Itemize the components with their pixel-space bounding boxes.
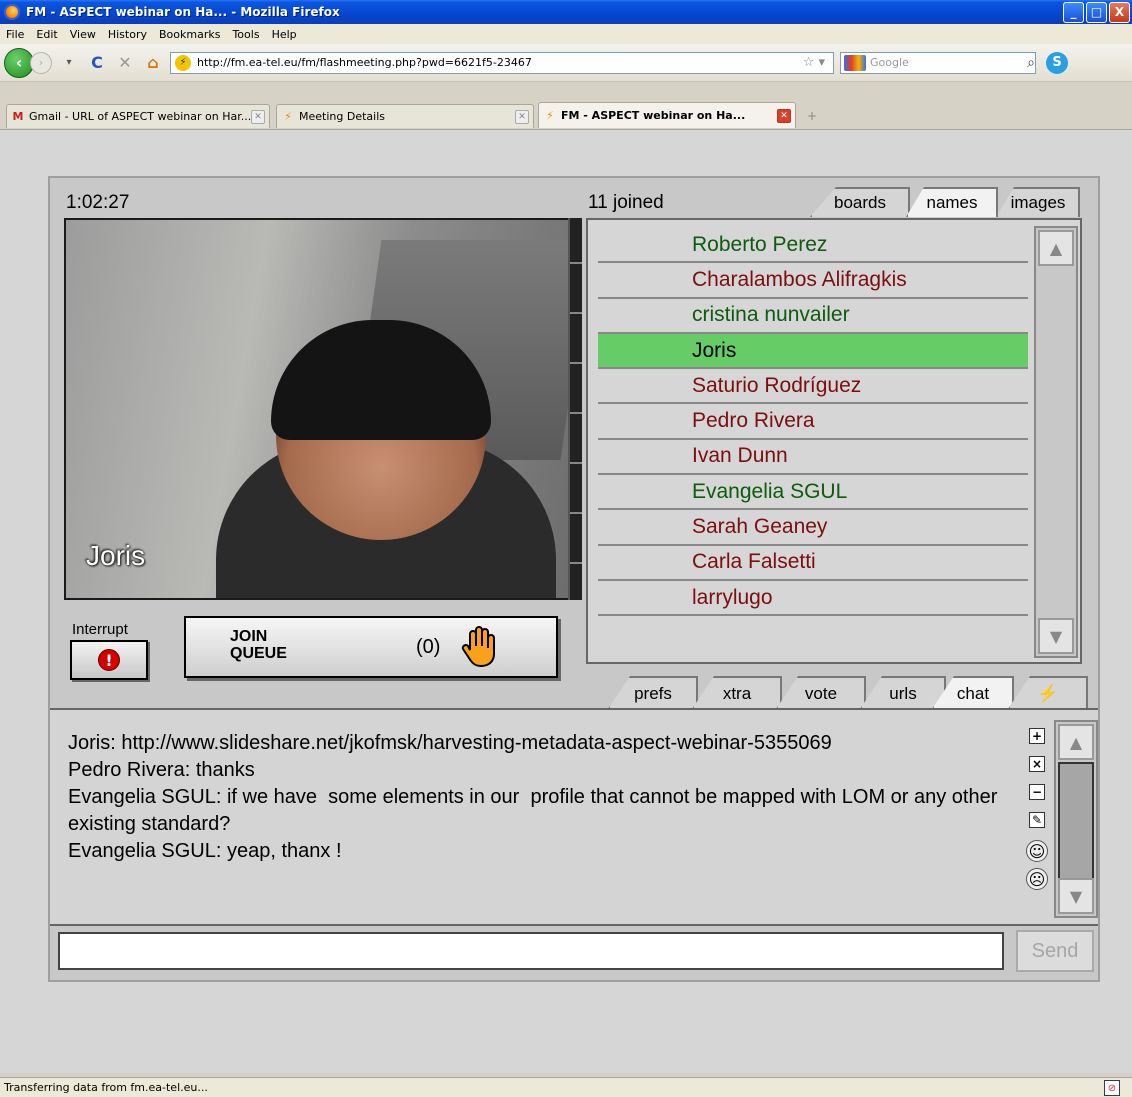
participant-row[interactable]: Roberto Perez [598, 228, 1028, 264]
chat-input[interactable] [58, 932, 1004, 970]
participant-row[interactable]: Pedro Rivera [598, 404, 1028, 440]
forward-button[interactable]: › [30, 51, 52, 74]
participant-row[interactable]: Charalambos Alifragkis [598, 263, 1028, 299]
tab-label: Gmail - URL of ASPECT webinar on Har... [29, 110, 251, 123]
close-window-button[interactable]: X [1109, 1, 1130, 23]
send-button[interactable]: Send [1016, 930, 1094, 972]
tab-bar: M Gmail - URL of ASPECT webinar on Har..… [0, 82, 1132, 130]
stop-icon[interactable]: ✕ [114, 52, 136, 74]
scroll-down-icon[interactable]: ▼ [1058, 878, 1094, 914]
edit-icon[interactable]: ✎ [1029, 812, 1045, 828]
new-tab-icon[interactable]: + [800, 106, 824, 126]
queue-count: (0) [416, 636, 441, 658]
chat-scrollbar[interactable]: ▲ ▼ [1054, 720, 1098, 918]
zoom-in-icon[interactable]: + [1029, 728, 1045, 744]
interrupt-label: Interrupt [72, 621, 128, 638]
participant-row[interactable]: Saturio Rodríguez [598, 369, 1028, 405]
tab-meeting-details[interactable]: ⚡ Meeting Details ✕ [276, 104, 534, 128]
scroll-up-icon[interactable]: ▲ [1058, 724, 1094, 760]
tab-fm-aspect-webinar[interactable]: ⚡ FM - ASPECT webinar on Ha... ✕ [538, 102, 796, 128]
join-queue-button[interactable]: JOIN QUEUE (0) [184, 616, 558, 678]
participants-list: Roberto Perez Charalambos Alifragkis cri… [598, 228, 1028, 617]
interrupt-button[interactable]: ! [70, 640, 148, 680]
alert-icon: ! [98, 649, 120, 671]
chat-message: Evangelia SGUL: yeap, thanx ! [68, 840, 342, 862]
chat-message: Pedro Rivera: thanks [68, 759, 255, 781]
minimize-button[interactable]: _ [1063, 1, 1084, 23]
window-titlebar: FM - ASPECT webinar on Ha... - Mozilla F… [0, 0, 1132, 24]
participant-row[interactable]: cristina nunvailer [598, 299, 1028, 334]
status-bar: Transferring data from fm.ea-tel.eu... ⊘ [0, 1077, 1132, 1097]
names-scrollbar[interactable]: ▲ ▼ [1034, 226, 1078, 658]
menu-help[interactable]: Help [272, 28, 297, 41]
participant-row[interactable]: Ivan Dunn [598, 440, 1028, 476]
raise-hand-icon [461, 626, 495, 668]
url-bar[interactable]: ⚡ http://fm.ea-tel.eu/fm/flashmeeting.ph… [170, 51, 834, 74]
chat-tools: + × − ✎ ☺ ☹ [1024, 722, 1052, 896]
scroll-down-icon[interactable]: ▼ [1038, 618, 1074, 654]
zoom-out-icon[interactable]: − [1029, 784, 1045, 800]
joined-count: 11 joined [588, 192, 664, 213]
status-text: Transferring data from fm.ea-tel.eu... [4, 1081, 208, 1094]
flash-icon: ⚡ [546, 109, 554, 122]
search-magnifier-icon[interactable]: ⌕ [1027, 55, 1035, 71]
menubar: File Edit View History Bookmarks Tools H… [0, 24, 1132, 44]
navigation-toolbar: ‹ › ▾ C ✕ ⌂ ⚡ http://fm.ea-tel.eu/fm/fla… [0, 44, 1132, 82]
tab-label: FM - ASPECT webinar on Ha... [561, 109, 746, 122]
meeting-timer: 1:02:27 [66, 192, 130, 213]
participant-row[interactable]: Carla Falsetti [598, 546, 1028, 581]
scroll-up-icon[interactable]: ▲ [1038, 230, 1074, 266]
smile-icon[interactable]: ☺ [1026, 840, 1048, 862]
home-icon[interactable]: ⌂ [142, 52, 164, 74]
menu-bookmarks[interactable]: Bookmarks [159, 28, 220, 41]
video-feed: Joris [64, 218, 582, 600]
menu-history[interactable]: History [108, 28, 147, 41]
skype-icon[interactable]: S [1046, 51, 1068, 74]
tab-gmail[interactable]: M Gmail - URL of ASPECT webinar on Har..… [6, 104, 270, 128]
scroll-thumb[interactable] [1058, 762, 1094, 880]
menu-edit[interactable]: Edit [36, 28, 57, 41]
site-flash-icon: ⚡ [175, 54, 191, 71]
tab-label: Meeting Details [299, 110, 385, 123]
flash-icon: ⚡ [284, 110, 292, 123]
bookmark-star-icon[interactable]: ☆ ▾ [803, 55, 825, 70]
history-dropdown-icon[interactable]: ▾ [58, 52, 80, 74]
video-side-strip [568, 218, 582, 600]
page-content: 1:02:27 11 joined Joris Interrupt ! JOIN… [0, 130, 1132, 1073]
window-title: FM - ASPECT webinar on Ha... - Mozilla F… [26, 5, 340, 19]
search-placeholder: Google [870, 56, 909, 69]
close-tab-icon[interactable]: ✕ [251, 109, 265, 124]
participant-row[interactable]: Evangelia SGUL [598, 475, 1028, 511]
menu-file[interactable]: File [6, 28, 24, 41]
reload-icon[interactable]: C [86, 52, 108, 74]
clear-icon[interactable]: × [1029, 756, 1045, 772]
menu-tools[interactable]: Tools [232, 28, 259, 41]
participant-row-selected[interactable]: Joris [598, 333, 1028, 370]
join-queue-label: JOIN QUEUE [230, 628, 287, 662]
maximize-button[interactable]: □ [1086, 1, 1107, 23]
frown-icon[interactable]: ☹ [1026, 868, 1048, 890]
url-text[interactable]: http://fm.ea-tel.eu/fm/flashmeeting.php?… [197, 56, 803, 69]
menu-view[interactable]: View [70, 28, 96, 41]
participant-row[interactable]: Sarah Geaney [598, 510, 1028, 546]
gmail-icon: M [12, 110, 24, 123]
chat-message: Evangelia SGUL: if we have some elements… [68, 786, 1003, 835]
participant-row[interactable]: larrylugo [598, 581, 1028, 617]
chat-messages: Joris: http://www.slideshare.net/jkofmsk… [68, 730, 1008, 865]
search-box[interactable]: Google ⌕ [840, 51, 1036, 74]
close-tab-icon[interactable]: ✕ [777, 108, 791, 123]
video-speaker-name: Joris [86, 540, 146, 571]
close-tab-icon[interactable]: ✕ [515, 109, 529, 124]
firefox-icon [4, 4, 20, 20]
google-engine-icon[interactable] [844, 54, 866, 71]
chat-message: Joris: http://www.slideshare.net/jkofmsk… [68, 732, 832, 754]
popup-blocked-icon[interactable]: ⊘ [1104, 1080, 1120, 1096]
